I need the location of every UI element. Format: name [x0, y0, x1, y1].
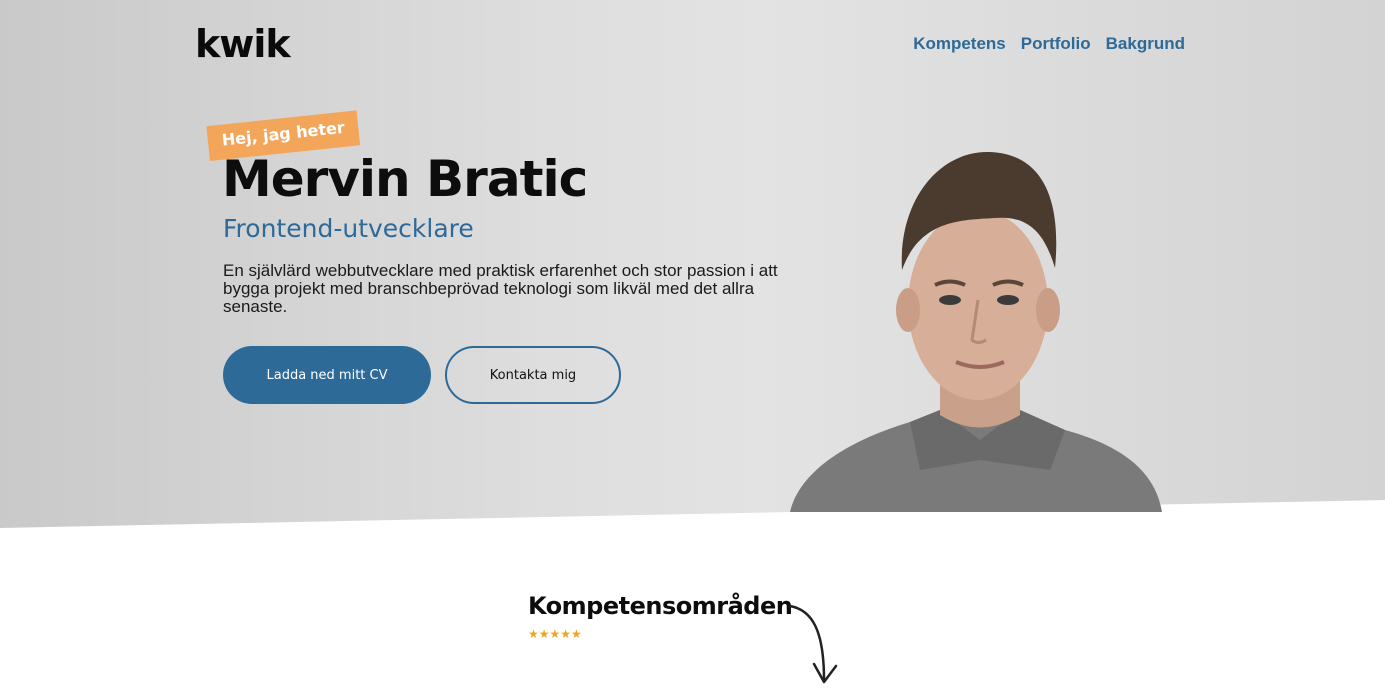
rating-stars: ★★★★★: [528, 627, 582, 641]
nav-item-portfolio[interactable]: Portfolio: [1021, 34, 1091, 54]
section-title: Kompetensområden: [528, 592, 793, 620]
portrait-photo: [790, 151, 1162, 512]
hero-name: Mervin Bratic: [222, 150, 588, 208]
arrow-down-icon: [788, 604, 838, 684]
nav-item-bakgrund[interactable]: Bakgrund: [1106, 34, 1185, 54]
main-nav: Kompetens Portfolio Bakgrund: [913, 34, 1185, 54]
download-cv-button[interactable]: Ladda ned mitt CV: [223, 346, 431, 404]
nav-item-kompetens[interactable]: Kompetens: [913, 34, 1006, 54]
hero-role: Frontend-utvecklare: [223, 214, 474, 243]
hero-description: En självlärd webbutvecklare med praktisk…: [223, 261, 778, 316]
contact-button[interactable]: Kontakta mig: [445, 346, 621, 404]
logo[interactable]: kwik: [195, 22, 291, 66]
